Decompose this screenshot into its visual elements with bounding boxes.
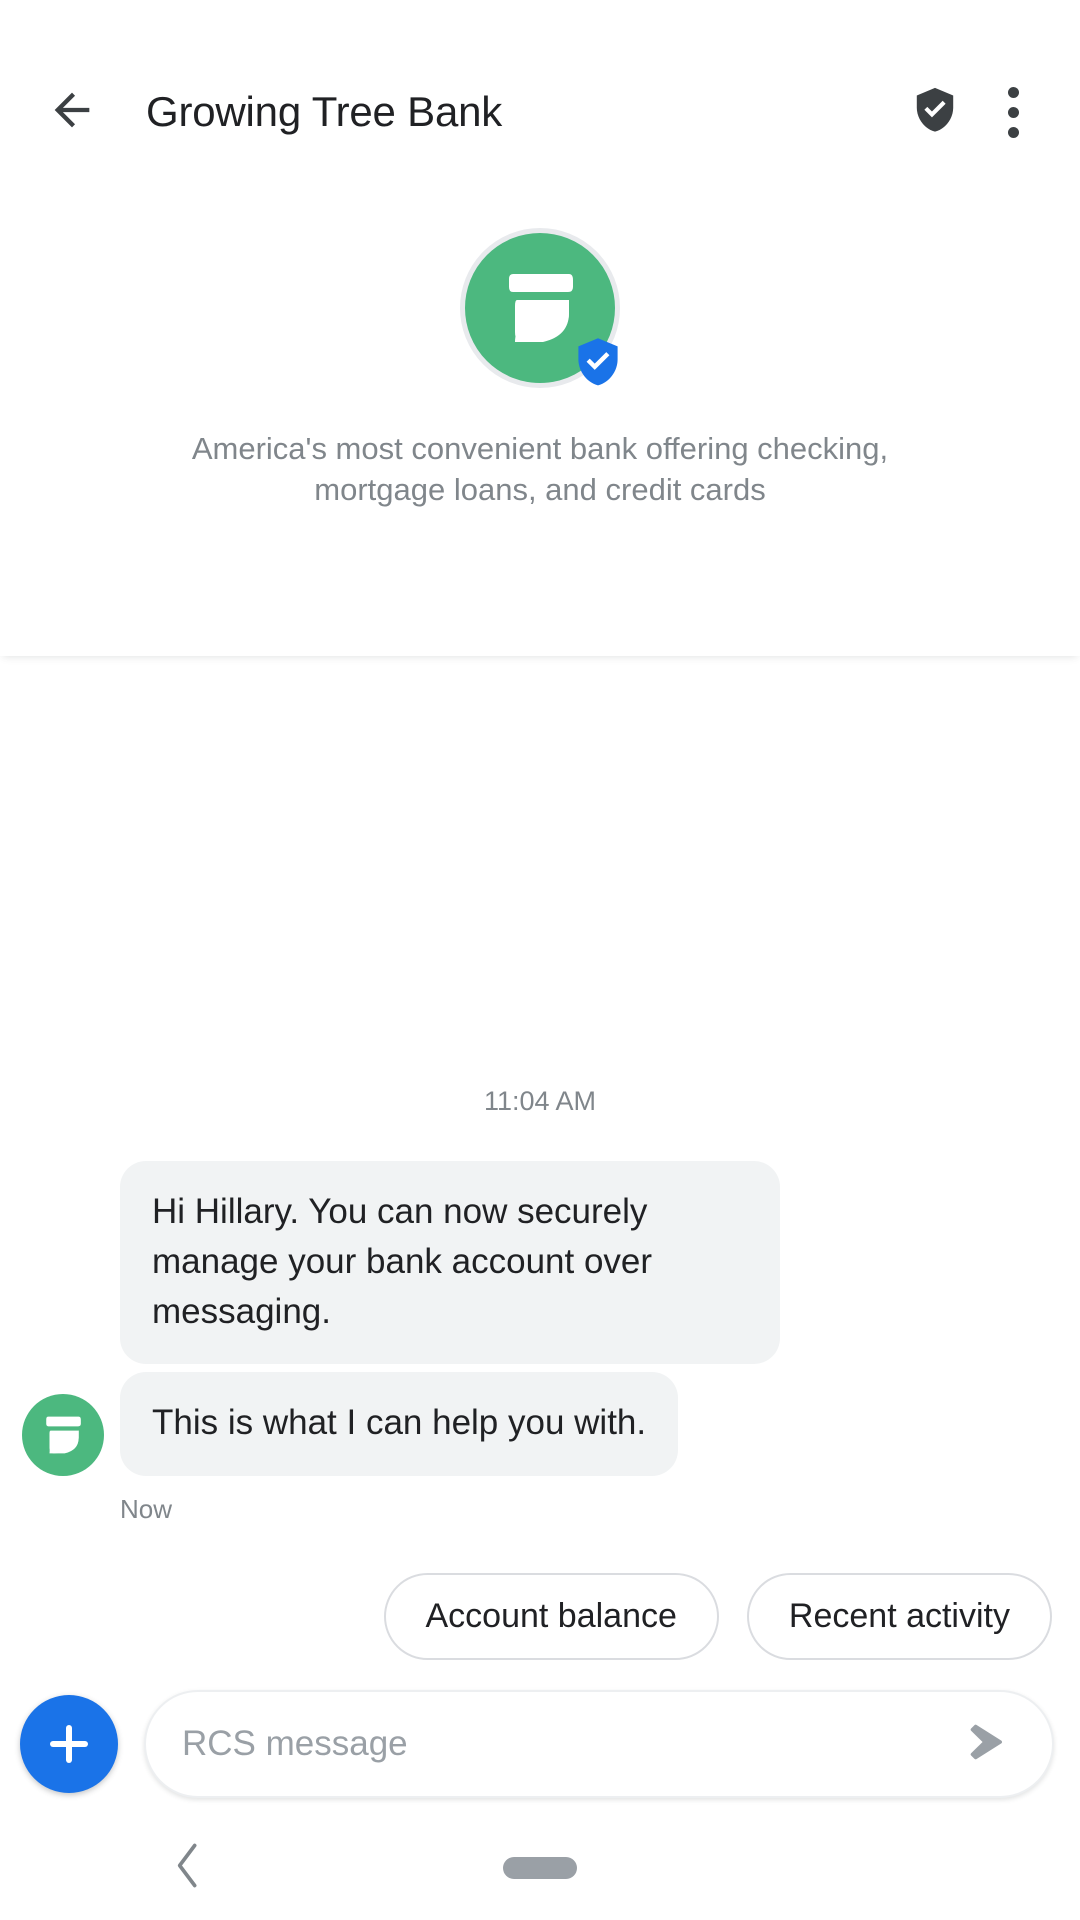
- avatar: [460, 228, 620, 388]
- message-row: Hi Hillary. You can now securely manage …: [22, 1161, 1052, 1372]
- app-bar: Growing Tree Bank: [0, 62, 1080, 162]
- conversation-header: Growing Tree Bank America's most conveni…: [0, 0, 1080, 656]
- leaf-logo-icon: [43, 1413, 83, 1457]
- chip-recent-activity[interactable]: Recent activity: [746, 1573, 1052, 1660]
- sender-avatar: [22, 1394, 104, 1476]
- delivery-status: Now: [120, 1494, 173, 1524]
- messaging-screen: Growing Tree Bank America's most conveni…: [0, 0, 1080, 1920]
- avatar-spacer: [22, 1290, 104, 1372]
- home-pill-icon[interactable]: [503, 1857, 577, 1879]
- back-button[interactable]: [36, 76, 108, 148]
- nav-back-button[interactable]: [168, 1838, 208, 1899]
- brand-description: America's most convenient bank offering …: [191, 431, 889, 508]
- attach-button[interactable]: [20, 1695, 118, 1793]
- overflow-menu-button[interactable]: [974, 73, 1052, 151]
- send-arrow-icon: [959, 1715, 1013, 1774]
- verified-badge-button[interactable]: [896, 73, 974, 151]
- suggestion-chips: Account balance Recent activity: [0, 1525, 1080, 1660]
- more-vertical-icon-dot: [1007, 106, 1019, 118]
- verified-shield-icon: [570, 334, 626, 390]
- message-thread: 11:04 AM Hi Hillary. You can now securel…: [0, 656, 1080, 1660]
- system-navigation-bar: [0, 1816, 1080, 1920]
- message-input[interactable]: [182, 1724, 954, 1764]
- message-bubble[interactable]: Hi Hillary. You can now securely manage …: [120, 1161, 780, 1365]
- message-composer: [0, 1660, 1080, 1816]
- message-row: This is what I can help you with.: [22, 1372, 1052, 1476]
- message-bubble[interactable]: This is what I can help you with.: [120, 1372, 679, 1476]
- message-timestamp: 11:04 AM: [483, 1086, 597, 1117]
- chip-account-balance[interactable]: Account balance: [383, 1573, 719, 1660]
- arrow-left-icon: [46, 84, 98, 141]
- avatar-circle: [22, 1394, 104, 1476]
- leaf-logo-icon: [503, 268, 577, 348]
- more-vertical-icon-dot: [1007, 126, 1019, 138]
- chevron-left-icon: [168, 1843, 208, 1898]
- message-input-container[interactable]: [144, 1690, 1054, 1798]
- shield-check-icon: [909, 84, 961, 141]
- brand-block: America's most convenient bank offering …: [0, 162, 1080, 510]
- more-vertical-icon: [1007, 86, 1019, 98]
- message-group: Hi Hillary. You can now securely manage …: [0, 1161, 1080, 1525]
- send-button[interactable]: [954, 1712, 1018, 1776]
- page-title: Growing Tree Bank: [146, 88, 503, 135]
